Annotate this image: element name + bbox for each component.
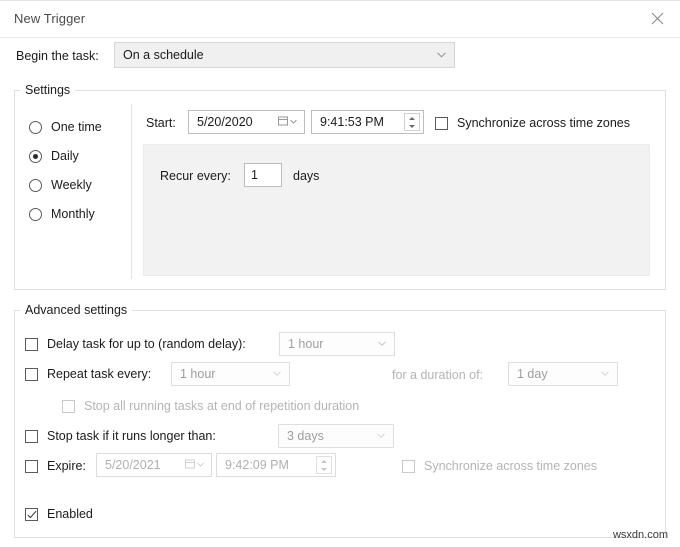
expire-date-input[interactable]: 5/20/2021	[96, 453, 212, 477]
enabled-mark	[25, 507, 38, 521]
delay-task-combobox[interactable]: 1 hour	[279, 332, 395, 356]
title-bar: New Trigger	[0, 1, 680, 38]
radio-daily[interactable]: Daily	[29, 145, 79, 167]
radio-daily-label: Daily	[51, 149, 79, 163]
spinner-down-icon[interactable]	[321, 467, 327, 471]
repeat-interval-value: 1 hour	[180, 367, 216, 381]
chevron-down-icon	[378, 341, 386, 346]
repeat-task-checkbox[interactable]: Repeat task every:	[25, 364, 151, 384]
spinner-up-icon[interactable]	[409, 116, 415, 120]
sync-time-zones-start-label: Synchronize across time zones	[457, 116, 630, 130]
repeat-task-mark	[25, 367, 38, 381]
radio-weekly[interactable]: Weekly	[29, 174, 92, 196]
stop-all-running-tasks-checkbox[interactable]: Stop all running tasks at end of repetit…	[62, 396, 359, 416]
radio-monthly-label: Monthly	[51, 207, 95, 221]
spinner-down-icon[interactable]	[409, 124, 415, 128]
radio-weekly-label: Weekly	[51, 178, 92, 192]
start-time-value: 9:41:53 PM	[320, 115, 384, 129]
duration-combobox[interactable]: 1 day	[508, 362, 618, 386]
expire-time-input[interactable]: 9:42:09 PM	[216, 453, 336, 477]
spinner-up-icon[interactable]	[321, 459, 327, 463]
stop-all-running-tasks-label: Stop all running tasks at end of repetit…	[84, 399, 360, 413]
close-button[interactable]	[634, 1, 680, 36]
begin-task-combobox[interactable]: On a schedule	[114, 42, 455, 68]
close-icon	[651, 12, 663, 25]
delay-task-label: Delay task for up to (random delay):	[47, 337, 246, 351]
enabled-checkbox[interactable]: Enabled	[25, 504, 93, 524]
chevron-down-icon	[273, 371, 281, 376]
calendar-icon[interactable]	[278, 116, 297, 126]
expire-label: Expire:	[47, 459, 86, 473]
sync-time-zones-start-checkbox[interactable]: Synchronize across time zones	[435, 113, 630, 133]
start-time-input[interactable]: 9:41:53 PM	[311, 110, 424, 134]
expire-time-value: 9:42:09 PM	[225, 458, 289, 472]
duration-label: for a duration of:	[392, 368, 484, 382]
expire-date-value: 5/20/2021	[105, 458, 161, 472]
sync-time-zones-expire-label: Synchronize across time zones	[424, 459, 597, 473]
settings-group-label: Settings	[20, 83, 76, 97]
begin-task-value: On a schedule	[123, 48, 204, 62]
repeat-task-label: Repeat task every:	[47, 367, 152, 381]
watermark: wsxdn.com	[612, 529, 668, 541]
radio-one-time[interactable]: One time	[29, 116, 102, 138]
expire-time-spinner[interactable]	[316, 456, 332, 474]
radio-one-time-label: One time	[51, 120, 102, 134]
schedule-detail-panel	[143, 144, 650, 276]
expire-checkbox[interactable]: Expire:	[25, 456, 86, 476]
chevron-down-icon	[601, 371, 609, 376]
start-date-input[interactable]: 5/20/2020	[188, 110, 305, 134]
radio-daily-mark	[29, 149, 42, 163]
radio-monthly[interactable]: Monthly	[29, 203, 95, 225]
repeat-interval-combobox[interactable]: 1 hour	[171, 362, 290, 386]
begin-task-row: Begin the task: On a schedule	[0, 37, 680, 79]
chevron-down-icon	[197, 462, 204, 467]
stop-task-label: Stop task if it runs longer than:	[47, 429, 216, 443]
start-label: Start:	[146, 116, 176, 130]
stop-task-mark	[25, 429, 38, 443]
sync-time-zones-start-mark	[435, 116, 448, 130]
sync-time-zones-expire-mark	[402, 459, 415, 473]
start-date-value: 5/20/2020	[197, 115, 253, 129]
expire-mark	[25, 459, 38, 473]
radio-weekly-mark	[29, 178, 42, 192]
duration-value: 1 day	[517, 367, 548, 381]
chevron-down-icon	[290, 119, 297, 124]
sync-time-zones-expire-checkbox[interactable]: Synchronize across time zones	[402, 456, 597, 476]
calendar-glyph-icon	[278, 116, 288, 126]
recur-every-label: Recur every:	[160, 169, 231, 183]
stop-task-checkbox[interactable]: Stop task if it runs longer than:	[25, 426, 216, 446]
recur-every-input[interactable]: 1	[244, 163, 282, 187]
start-time-spinner[interactable]	[404, 113, 420, 131]
new-trigger-dialog: New Trigger Begin the task: On a schedul…	[0, 0, 680, 547]
begin-task-label: Begin the task:	[16, 49, 99, 63]
calendar-icon[interactable]	[185, 459, 204, 469]
stop-task-value: 3 days	[287, 429, 324, 443]
calendar-glyph-icon	[185, 459, 195, 469]
settings-divider	[131, 104, 132, 279]
radio-monthly-mark	[29, 207, 42, 221]
window-title: New Trigger	[14, 11, 86, 26]
stop-all-running-tasks-mark	[62, 399, 75, 413]
advanced-settings-group-label: Advanced settings	[20, 303, 133, 317]
recur-every-value: 1	[251, 168, 258, 182]
delay-task-mark	[25, 337, 38, 351]
recur-every-unit-label: days	[293, 169, 320, 183]
stop-task-combobox[interactable]: 3 days	[278, 424, 394, 448]
delay-task-value: 1 hour	[288, 337, 324, 351]
enabled-label: Enabled	[47, 507, 93, 521]
delay-task-checkbox[interactable]: Delay task for up to (random delay):	[25, 334, 246, 354]
chevron-down-icon	[437, 52, 446, 58]
chevron-down-icon	[377, 433, 385, 438]
radio-one-time-mark	[29, 120, 42, 134]
